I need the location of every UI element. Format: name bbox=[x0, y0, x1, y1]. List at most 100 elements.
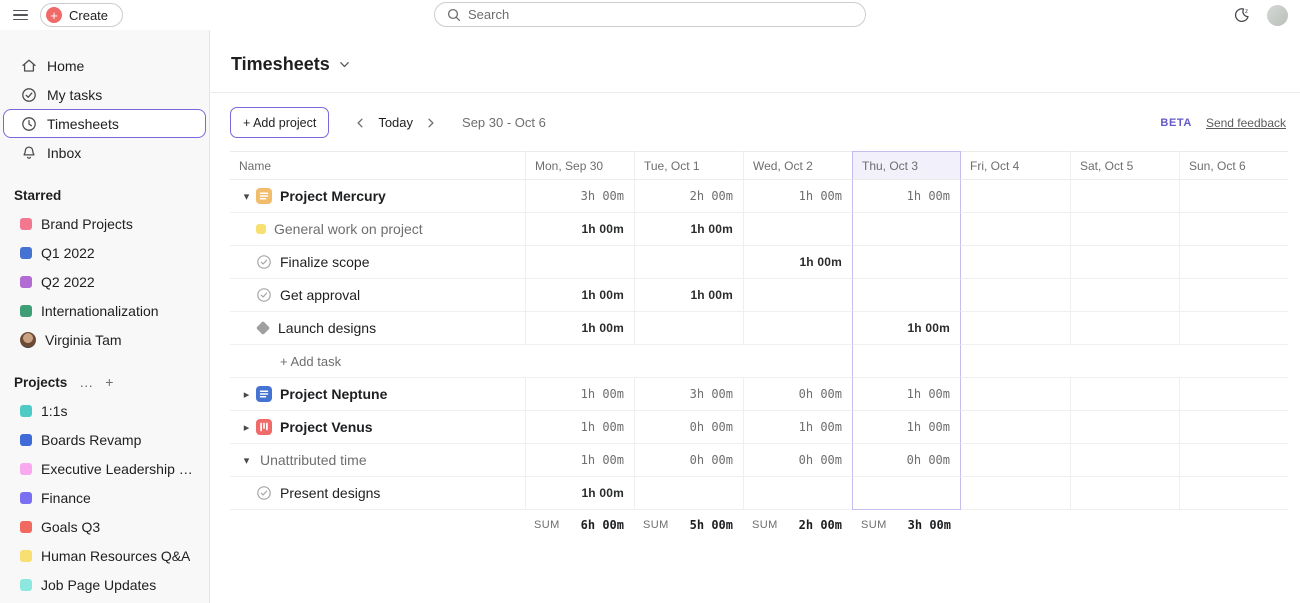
timesheet-cell[interactable]: 1h 00m bbox=[634, 279, 743, 312]
timesheet-cell[interactable]: 3h 00m bbox=[634, 378, 743, 411]
task-name[interactable]: Launch designs bbox=[278, 320, 376, 336]
project-item-goals-q3[interactable]: Goals Q3 bbox=[5, 512, 204, 541]
projects-add-icon[interactable]: + bbox=[105, 374, 113, 390]
timesheet-cell[interactable] bbox=[1179, 180, 1288, 213]
timesheet-cell[interactable] bbox=[1179, 444, 1288, 477]
timesheet-cell[interactable] bbox=[961, 477, 1070, 510]
timesheet-cell[interactable] bbox=[743, 279, 852, 312]
timesheet-cell[interactable] bbox=[852, 279, 961, 312]
sidebar-item-inbox[interactable]: Inbox bbox=[5, 138, 204, 167]
timesheet-cell[interactable] bbox=[743, 213, 852, 246]
menu-icon[interactable] bbox=[0, 10, 40, 21]
search-bar[interactable] bbox=[434, 2, 866, 27]
timesheet-cell[interactable]: 1h 00m bbox=[525, 279, 634, 312]
create-button[interactable]: + Create bbox=[40, 3, 123, 27]
timesheet-cell[interactable]: 2h 00m bbox=[634, 180, 743, 213]
add-project-button[interactable]: + Add project bbox=[230, 107, 329, 138]
timesheet-cell[interactable] bbox=[1070, 345, 1179, 378]
collapse-chevron-icon[interactable]: ▾ bbox=[237, 454, 256, 467]
timesheet-cell[interactable]: 0h 00m bbox=[634, 411, 743, 444]
project-name[interactable]: Unattributed time bbox=[260, 452, 367, 468]
expand-chevron-icon[interactable]: ▸ bbox=[237, 421, 256, 434]
project-item-boards-revamp[interactable]: Boards Revamp bbox=[5, 425, 204, 454]
timesheet-cell[interactable] bbox=[1070, 279, 1179, 312]
timesheet-cell[interactable] bbox=[1179, 477, 1288, 510]
timesheet-cell[interactable] bbox=[1070, 477, 1179, 510]
timesheet-cell[interactable] bbox=[961, 279, 1070, 312]
timesheet-cell[interactable] bbox=[852, 477, 961, 510]
task-name[interactable]: Finalize scope bbox=[280, 254, 370, 270]
timesheet-cell[interactable] bbox=[852, 246, 961, 279]
timesheet-cell[interactable] bbox=[961, 312, 1070, 345]
task-name[interactable]: Present designs bbox=[280, 485, 380, 501]
sidebar-item-home[interactable]: Home bbox=[5, 51, 204, 80]
timesheet-cell[interactable]: 0h 00m bbox=[743, 444, 852, 477]
timesheet-cell[interactable] bbox=[525, 246, 634, 279]
timesheet-cell[interactable] bbox=[961, 378, 1070, 411]
timesheet-cell[interactable] bbox=[961, 411, 1070, 444]
timesheet-cell[interactable]: 1h 00m bbox=[743, 180, 852, 213]
starred-header-label[interactable]: Starred bbox=[14, 188, 61, 203]
timesheet-cell[interactable] bbox=[1070, 180, 1179, 213]
collapse-chevron-icon[interactable]: ▾ bbox=[237, 190, 256, 203]
starred-item-brand-projects[interactable]: Brand Projects bbox=[5, 209, 204, 238]
timesheet-cell[interactable]: 1h 00m bbox=[634, 213, 743, 246]
timesheet-cell[interactable] bbox=[1179, 345, 1288, 378]
starred-item-virginia-tam[interactable]: Virginia Tam bbox=[5, 325, 204, 354]
timesheet-cell[interactable] bbox=[1070, 246, 1179, 279]
task-name[interactable]: General work on project bbox=[274, 221, 423, 237]
timesheet-cell[interactable] bbox=[961, 246, 1070, 279]
timesheet-cell[interactable] bbox=[1070, 444, 1179, 477]
timesheet-cell[interactable] bbox=[1070, 213, 1179, 246]
timesheet-cell[interactable] bbox=[1179, 411, 1288, 444]
timesheet-cell[interactable] bbox=[1070, 411, 1179, 444]
add-task-button[interactable]: + Add task bbox=[280, 354, 341, 369]
timesheet-cell[interactable] bbox=[1179, 312, 1288, 345]
timesheet-cell[interactable]: 1h 00m bbox=[525, 213, 634, 246]
projects-header-label[interactable]: Projects bbox=[14, 375, 67, 390]
timesheet-cell[interactable]: 1h 00m bbox=[743, 246, 852, 279]
timesheet-cell[interactable] bbox=[852, 345, 961, 378]
project-name[interactable]: Project Neptune bbox=[280, 386, 387, 402]
project-item-job-page-updates[interactable]: Job Page Updates bbox=[5, 570, 204, 599]
project-item-1-1s[interactable]: 1:1s bbox=[5, 396, 204, 425]
timesheet-cell[interactable] bbox=[634, 312, 743, 345]
projects-ellipsis-icon[interactable]: … bbox=[79, 374, 93, 390]
sidebar-item-my-tasks[interactable]: My tasks bbox=[5, 80, 204, 109]
timesheet-cell[interactable] bbox=[743, 477, 852, 510]
timesheet-cell[interactable]: 1h 00m bbox=[525, 477, 634, 510]
project-name[interactable]: Project Venus bbox=[280, 419, 373, 435]
timesheet-cell[interactable] bbox=[634, 246, 743, 279]
timesheet-cell[interactable]: 0h 00m bbox=[634, 444, 743, 477]
timesheet-cell[interactable]: 1h 00m bbox=[743, 411, 852, 444]
timesheet-cell[interactable] bbox=[743, 345, 852, 378]
project-item-human-resources-q-a[interactable]: Human Resources Q&A bbox=[5, 541, 204, 570]
timesheet-cell[interactable] bbox=[743, 312, 852, 345]
chevron-down-icon[interactable] bbox=[339, 59, 350, 70]
project-item-finance[interactable]: Finance bbox=[5, 483, 204, 512]
timesheet-cell[interactable]: 1h 00m bbox=[525, 312, 634, 345]
timesheet-cell[interactable] bbox=[525, 345, 634, 378]
timesheet-cell[interactable] bbox=[634, 345, 743, 378]
next-week-icon[interactable] bbox=[421, 113, 440, 133]
timesheet-cell[interactable]: 1h 00m bbox=[852, 411, 961, 444]
timesheet-cell[interactable] bbox=[1070, 312, 1179, 345]
timesheet-cell[interactable]: 0h 00m bbox=[852, 444, 961, 477]
timesheet-cell[interactable] bbox=[1179, 213, 1288, 246]
project-name[interactable]: Project Mercury bbox=[280, 188, 386, 204]
timesheet-cell[interactable] bbox=[961, 444, 1070, 477]
task-name[interactable]: Get approval bbox=[280, 287, 360, 303]
timesheet-cell[interactable]: 1h 00m bbox=[852, 312, 961, 345]
timesheet-cell[interactable]: 3h 00m bbox=[525, 180, 634, 213]
sidebar-item-timesheets[interactable]: Timesheets bbox=[3, 109, 206, 138]
timesheet-cell[interactable]: 0h 00m bbox=[743, 378, 852, 411]
timesheet-cell[interactable] bbox=[961, 213, 1070, 246]
timesheet-cell[interactable]: 1h 00m bbox=[525, 444, 634, 477]
today-button[interactable]: Today bbox=[378, 115, 413, 130]
expand-chevron-icon[interactable]: ▸ bbox=[237, 388, 256, 401]
timesheet-cell[interactable] bbox=[961, 345, 1070, 378]
timesheet-cell[interactable] bbox=[852, 213, 961, 246]
timesheet-cell[interactable] bbox=[1179, 246, 1288, 279]
search-input[interactable] bbox=[468, 7, 853, 22]
timesheet-cell[interactable]: 1h 00m bbox=[525, 378, 634, 411]
